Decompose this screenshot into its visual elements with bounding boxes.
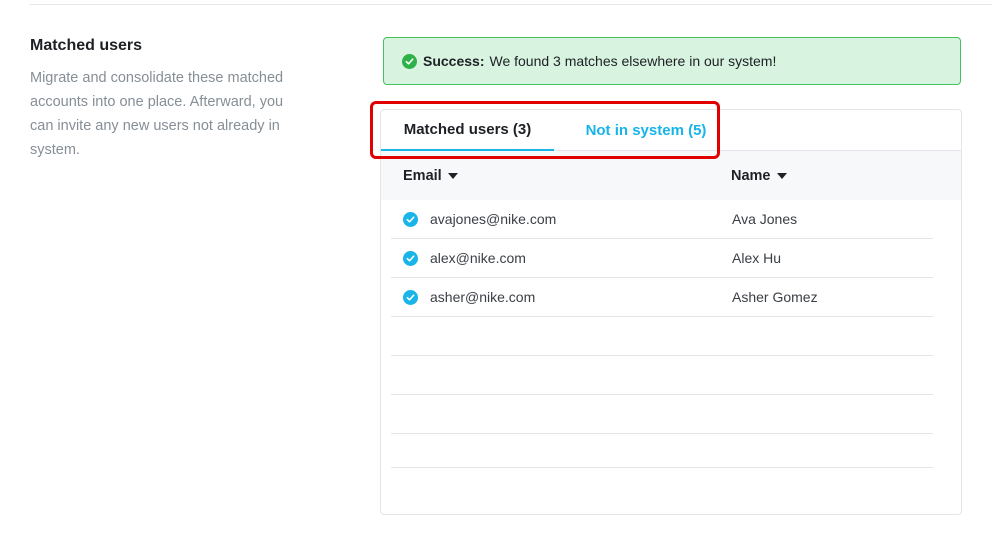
top-divider: [30, 4, 992, 5]
empty-row: [391, 356, 933, 395]
check-circle-icon: [403, 289, 418, 305]
row-email: avajones@nike.com: [430, 211, 557, 227]
empty-row: [391, 434, 933, 468]
empty-row: [391, 395, 933, 434]
name-header-label: Name: [731, 167, 771, 184]
intro-section: Matched users Migrate and consolidate th…: [30, 36, 330, 162]
tab-bar: Matched users (3) Not in system (5): [381, 110, 961, 151]
table-row[interactable]: avajones@nike.com Ava Jones: [391, 200, 933, 239]
section-title: Matched users: [30, 37, 143, 54]
users-panel: Matched users (3) Not in system (5) Emai…: [380, 109, 962, 515]
empty-row: [391, 317, 933, 356]
check-circle-icon: [403, 250, 418, 266]
email-header-label: Email: [403, 167, 442, 184]
check-circle-icon: [403, 211, 418, 227]
table-body: avajones@nike.com Ava Jones alex@nike.co…: [391, 200, 933, 468]
sort-caret-icon: [776, 173, 787, 179]
alert-label: Success:: [423, 53, 485, 69]
email-column-header[interactable]: Email: [403, 168, 458, 184]
sort-caret-icon: [447, 173, 458, 179]
name-column-header[interactable]: Name: [731, 168, 787, 184]
check-circle-icon: [402, 53, 417, 69]
row-email: alex@nike.com: [430, 250, 526, 266]
row-name: Ava Jones: [732, 211, 798, 227]
alert-message: We found 3 matches elsewhere in our syst…: [489, 53, 777, 69]
tab-not-in-system[interactable]: Not in system (5): [571, 110, 721, 151]
table-header: Email Name: [381, 151, 961, 200]
row-name: Asher Gomez: [732, 289, 818, 305]
row-name: Alex Hu: [732, 250, 782, 266]
section-description: Migrate and consolidate these matched ac…: [30, 70, 284, 158]
tab-matched-users[interactable]: Matched users (3): [381, 110, 554, 151]
table-row[interactable]: alex@nike.com Alex Hu: [391, 239, 933, 278]
success-alert: Success: We found 3 matches elsewhere in…: [383, 37, 961, 85]
row-email: asher@nike.com: [430, 289, 536, 305]
table-row[interactable]: asher@nike.com Asher Gomez: [391, 278, 933, 317]
